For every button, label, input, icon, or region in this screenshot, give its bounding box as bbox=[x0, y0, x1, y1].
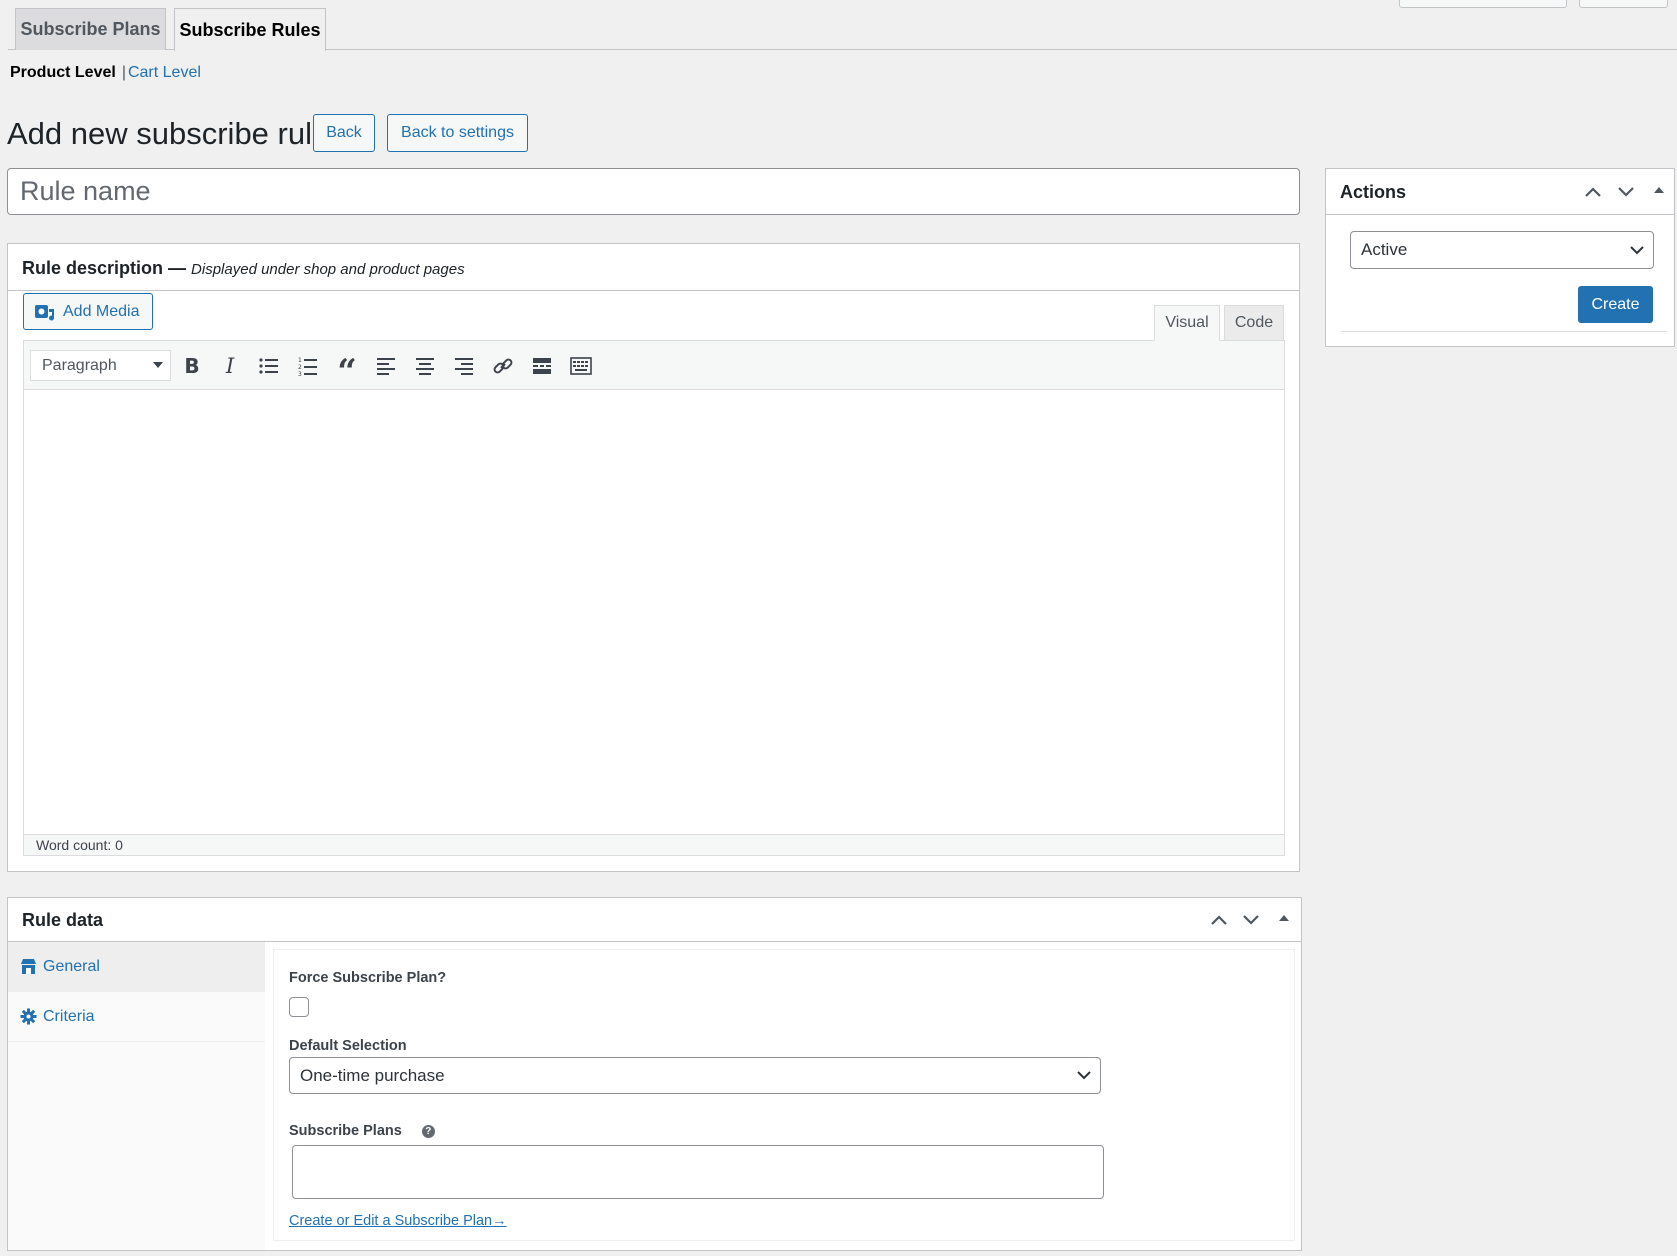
rule-description-box: Rule description — Displayed under shop … bbox=[7, 243, 1300, 872]
svg-text:2: 2 bbox=[298, 364, 302, 371]
help-tip-icon[interactable]: ? bbox=[421, 1124, 435, 1138]
tab-code[interactable]: Code bbox=[1224, 305, 1284, 341]
bullet-list-icon[interactable] bbox=[256, 353, 282, 379]
actions-box: Actions Active Create bbox=[1325, 168, 1675, 347]
read-more-icon[interactable] bbox=[529, 353, 555, 379]
rule-data-title: Rule data bbox=[22, 910, 104, 930]
bold-icon[interactable]: B bbox=[179, 353, 205, 379]
move-down-icon[interactable] bbox=[1241, 910, 1261, 930]
screen-options-button[interactable] bbox=[1399, 0, 1567, 8]
gear-icon bbox=[20, 1008, 37, 1025]
side-tab-criteria-label: Criteria bbox=[43, 1007, 95, 1025]
default-selection-label: Default Selection bbox=[289, 1038, 407, 1054]
caret-down-icon bbox=[153, 362, 163, 368]
actions-title: Actions bbox=[1340, 182, 1407, 202]
format-select[interactable]: Paragraph bbox=[30, 350, 171, 381]
store-icon bbox=[20, 958, 37, 975]
back-to-settings-button[interactable]: Back to settings bbox=[387, 114, 528, 152]
force-subscribe-checkbox[interactable] bbox=[289, 997, 309, 1017]
italic-icon[interactable]: I bbox=[217, 353, 243, 379]
rule-data-side-tabs: General Criteria bbox=[8, 942, 265, 1250]
format-select-value: Paragraph bbox=[42, 356, 117, 374]
default-selection-value: One-time purchase bbox=[300, 1065, 445, 1085]
subscribe-plans-label-row: Subscribe Plans ? bbox=[289, 1123, 435, 1139]
side-tab-general-label: General bbox=[43, 957, 100, 975]
align-right-icon[interactable] bbox=[451, 353, 477, 379]
tab-subscribe-plans[interactable]: Subscribe Plans bbox=[15, 8, 166, 50]
media-icon bbox=[34, 301, 56, 323]
general-panel: Force Subscribe Plan? Default Selection … bbox=[273, 949, 1295, 1241]
side-tab-criteria[interactable]: Criteria bbox=[8, 992, 265, 1042]
tab-subscribe-rules[interactable]: Subscribe Rules bbox=[174, 8, 326, 51]
default-selection-select[interactable]: One-time purchase bbox=[289, 1057, 1101, 1094]
align-left-icon[interactable] bbox=[373, 353, 399, 379]
chevron-down-icon bbox=[1076, 1069, 1092, 1081]
collapse-toggle-icon[interactable] bbox=[1274, 908, 1294, 928]
add-media-button[interactable]: Add Media bbox=[23, 293, 153, 330]
rule-description-subtitle: Displayed under shop and product pages bbox=[191, 261, 465, 278]
subscribe-plans-input[interactable] bbox=[292, 1145, 1104, 1199]
nav-separator: | bbox=[121, 64, 126, 81]
collapse-toggle-icon[interactable] bbox=[1649, 180, 1669, 200]
page-title: Add new subscribe rule bbox=[7, 116, 330, 151]
add-media-label: Add Media bbox=[63, 302, 140, 320]
svg-text:3: 3 bbox=[298, 371, 302, 376]
create-edit-plan-link[interactable]: Create or Edit a Subscribe Plan→ bbox=[289, 1213, 507, 1229]
product-level-link[interactable]: Product Level bbox=[10, 64, 116, 81]
create-button[interactable]: Create bbox=[1578, 286, 1653, 323]
status-select-value: Active bbox=[1361, 240, 1408, 259]
subscribe-plans-label: Subscribe Plans bbox=[289, 1123, 402, 1139]
status-select[interactable]: Active bbox=[1350, 231, 1654, 269]
rule-data-header: Rule data bbox=[8, 898, 1301, 942]
actions-divider bbox=[1341, 331, 1667, 332]
help-button[interactable] bbox=[1579, 0, 1668, 8]
chevron-down-icon bbox=[1629, 244, 1645, 256]
toolbar-toggle-icon[interactable] bbox=[568, 353, 594, 379]
align-center-icon[interactable] bbox=[412, 353, 438, 379]
side-tab-general[interactable]: General bbox=[8, 942, 265, 992]
rule-name-input[interactable] bbox=[7, 168, 1300, 215]
rule-description-title: Rule description — Displayed under shop … bbox=[22, 258, 465, 279]
actions-header: Actions bbox=[1326, 169, 1674, 215]
link-icon[interactable] bbox=[490, 353, 516, 379]
back-button[interactable]: Back bbox=[313, 114, 375, 152]
word-count: Word count: 0 bbox=[23, 834, 1285, 856]
rule-data-box: Rule data General Criteria Force Subscri… bbox=[7, 897, 1302, 1251]
numbered-list-icon[interactable]: 123 bbox=[295, 353, 321, 379]
level-filter-nav: Product Level | Cart Level bbox=[10, 64, 201, 82]
rule-description-heading: Rule description — bbox=[22, 258, 187, 278]
editor-toolbar: Paragraph B I 123 “ bbox=[23, 340, 1285, 390]
blockquote-icon[interactable]: “ bbox=[334, 353, 360, 389]
move-up-icon[interactable] bbox=[1583, 182, 1603, 202]
rule-description-header: Rule description — Displayed under shop … bbox=[8, 244, 1299, 291]
svg-text:1: 1 bbox=[298, 357, 302, 364]
force-subscribe-label: Force Subscribe Plan? bbox=[289, 970, 447, 986]
cart-level-link[interactable]: Cart Level bbox=[128, 64, 201, 81]
tab-visual[interactable]: Visual bbox=[1154, 305, 1220, 341]
move-down-icon[interactable] bbox=[1616, 182, 1636, 202]
editor-content-area[interactable] bbox=[23, 390, 1285, 834]
move-up-icon[interactable] bbox=[1209, 910, 1229, 930]
